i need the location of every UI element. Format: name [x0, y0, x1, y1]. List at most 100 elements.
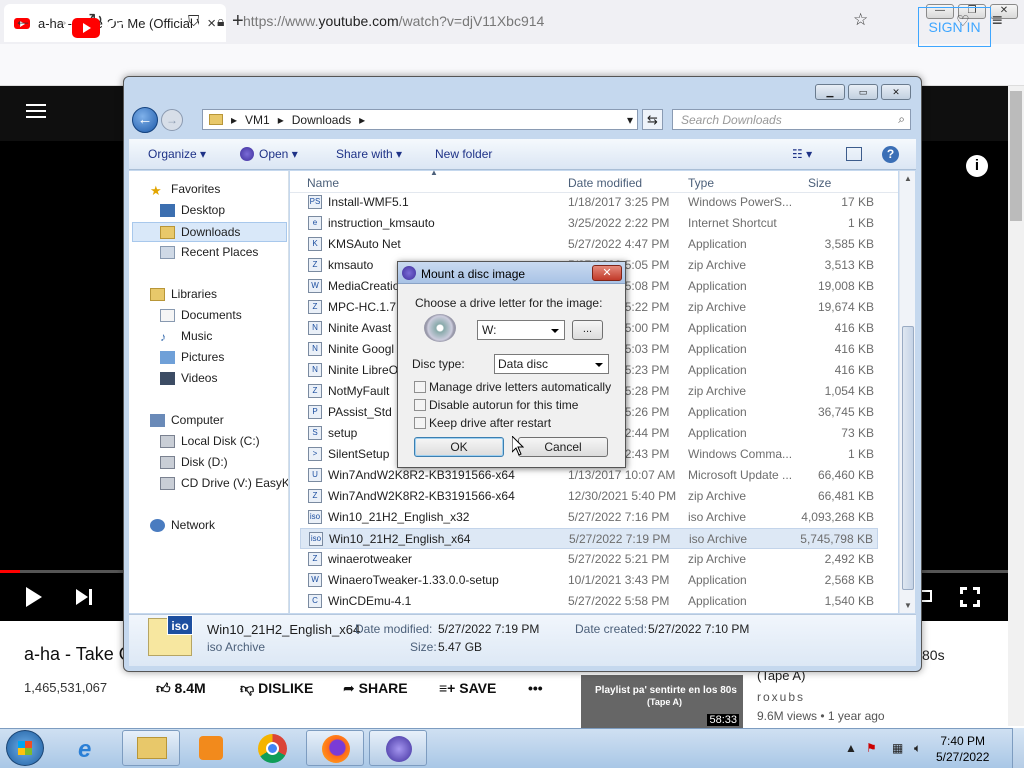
- taskbar-media-player[interactable]: [182, 730, 240, 766]
- nav-desktop[interactable]: Desktop: [160, 203, 225, 217]
- lock-icon[interactable]: 🔒︎: [217, 13, 224, 30]
- nav-pictures[interactable]: Pictures: [160, 350, 224, 364]
- cancel-button[interactable]: Cancel: [518, 437, 608, 457]
- dislike-button[interactable]: 👎︎ DISLIKE: [240, 680, 313, 697]
- forward-arrow-icon[interactable]: →: [52, 10, 70, 31]
- nav-local-disk-c[interactable]: Local Disk (C:): [160, 434, 260, 448]
- nav-favorites[interactable]: ★ Favorites: [150, 182, 220, 198]
- taskbar-chrome[interactable]: [244, 730, 302, 766]
- new-folder-button[interactable]: New folder: [435, 147, 492, 161]
- url-bar[interactable]: https://www.youtube.com/watch?v=djV11Xbc…: [243, 13, 544, 29]
- youtube-logo-icon[interactable]: [72, 18, 100, 38]
- nav-recent-places[interactable]: Recent Places: [160, 245, 258, 259]
- related-video-thumbnail[interactable]: Playlist pa' sentirte en los 80s (Tape A…: [581, 675, 743, 728]
- breadcrumb-vm1[interactable]: VM1: [245, 113, 270, 127]
- save-button[interactable]: ≡+ SAVE: [439, 680, 496, 696]
- page-scrollbar[interactable]: [1008, 86, 1024, 726]
- column-name[interactable]: Name: [307, 176, 339, 190]
- show-desktop-button[interactable]: [1012, 728, 1024, 768]
- more-actions-button[interactable]: •••: [528, 680, 543, 696]
- column-date-modified[interactable]: Date modified: [568, 176, 642, 190]
- explorer-minimize-button[interactable]: ▁: [815, 84, 845, 100]
- taskbar-explorer[interactable]: [122, 730, 180, 766]
- network-tray-icon[interactable]: ▦: [892, 741, 903, 755]
- search-input[interactable]: Search Downloads ⌕: [672, 109, 911, 130]
- new-tab-button[interactable]: +: [232, 10, 244, 33]
- open-button[interactable]: Open ▾: [259, 147, 298, 161]
- info-icon[interactable]: i: [966, 155, 988, 177]
- play-icon[interactable]: [26, 587, 42, 607]
- dialog-close-button[interactable]: ✕: [592, 265, 622, 281]
- browse-button[interactable]: ...: [572, 320, 603, 340]
- preview-pane-icon[interactable]: [846, 147, 862, 161]
- file-row[interactable]: iso Win10_21H2_English_x64 5/27/2022 7:19 …: [300, 528, 878, 549]
- scroll-down-icon[interactable]: ▼: [904, 601, 912, 610]
- file-row[interactable]: Zwinaerotweaker 5/27/2022 5:21 PM zip Arch…: [300, 549, 878, 570]
- file-row[interactable]: U Win7AndW2K8R2-KB3191566-x64 1/13/2017 10…: [300, 465, 878, 486]
- drive-letter-select[interactable]: W:: [477, 320, 565, 340]
- file-row[interactable]: K KMSAuto Net 5/27/2022 4:47 PM Application…: [300, 234, 878, 255]
- related-title-fragment[interactable]: 80s: [922, 647, 945, 663]
- start-button[interactable]: [6, 730, 44, 766]
- disable-autorun-checkbox[interactable]: Disable autorun for this time: [414, 398, 578, 412]
- address-dropdown-icon[interactable]: ▾: [627, 113, 633, 127]
- sign-in-button[interactable]: SIGN IN: [918, 7, 991, 47]
- hamburger-menu-icon[interactable]: [26, 104, 46, 118]
- nav-downloads[interactable]: Downloads: [132, 222, 287, 242]
- address-bar[interactable]: ▸ VM1 ▸ Downloads ▸ ▾: [202, 109, 638, 130]
- file-list-scrollbar[interactable]: ▲ ▼: [899, 171, 915, 613]
- taskbar-firefox[interactable]: [306, 730, 364, 766]
- column-type[interactable]: Type: [688, 176, 714, 190]
- taskbar-wincdemu[interactable]: [369, 730, 427, 766]
- keep-drive-checkbox[interactable]: Keep drive after restart: [414, 416, 551, 430]
- organize-button[interactable]: Organize ▾: [148, 147, 206, 161]
- help-icon[interactable]: ?: [882, 146, 899, 163]
- like-button[interactable]: 👍︎ 8.4M: [156, 680, 206, 697]
- nav-videos[interactable]: Videos: [160, 371, 217, 385]
- explorer-back-button[interactable]: ←: [132, 107, 158, 133]
- nav-libraries[interactable]: Libraries: [150, 287, 217, 301]
- explorer-forward-button[interactable]: →: [161, 109, 183, 131]
- nav-computer[interactable]: Computer: [150, 413, 224, 427]
- file-row[interactable]: iso Win10_21H2_English_x32 5/27/2022 7:16 …: [300, 507, 878, 528]
- page-scrollbar-thumb[interactable]: [1010, 91, 1022, 221]
- nav-disk-d[interactable]: Disk (D:): [160, 455, 228, 469]
- share-button[interactable]: ➦ SHARE: [343, 680, 408, 697]
- file-type: Application: [688, 573, 747, 587]
- file-row[interactable]: Z Win7AndW2K8R2-KB3191566-x64 12/30/2021 5…: [300, 486, 878, 507]
- tray-expand-icon[interactable]: ▲: [845, 741, 857, 755]
- ok-button[interactable]: OK: [414, 437, 504, 457]
- scroll-up-icon[interactable]: ▲: [904, 174, 912, 183]
- file-row[interactable]: PS Install-WMF5.1 1/18/2017 3:25 PM Windows…: [300, 192, 878, 213]
- taskbar-internet-explorer[interactable]: e: [62, 730, 120, 766]
- disc-type-select[interactable]: Data disc: [494, 354, 609, 374]
- breadcrumb-downloads[interactable]: Downloads: [292, 113, 351, 127]
- wincdemu-icon: [402, 266, 416, 280]
- file-list-scrollbar-thumb[interactable]: [902, 326, 914, 590]
- file-row[interactable]: e instruction_kmsauto 3/25/2022 2:22 PM Int…: [300, 213, 878, 234]
- action-center-icon[interactable]: ⚑: [866, 741, 877, 755]
- tab-close-icon[interactable]: ×: [207, 15, 216, 32]
- nav-cd-drive-v[interactable]: CD Drive (V:) EasyKM: [160, 476, 288, 490]
- menu-icon[interactable]: ≡: [992, 10, 1003, 31]
- share-with-button[interactable]: Share with ▾: [336, 147, 402, 161]
- file-row[interactable]: C WinCDEmu-4.1 5/27/2022 5:58 PM Applicatio…: [300, 591, 878, 612]
- shield-icon[interactable]: ⛉: [188, 13, 199, 30]
- explorer-close-button[interactable]: ✕: [881, 84, 911, 100]
- manage-drive-letters-checkbox[interactable]: Manage drive letters automatically: [414, 380, 611, 394]
- file-name: Win10_21H2_English_x64: [329, 532, 471, 546]
- bookmark-star-icon[interactable]: ☆: [853, 10, 868, 30]
- column-size[interactable]: Size: [808, 176, 831, 190]
- taskbar-clock[interactable]: 7:40 PM 5/27/2022: [936, 733, 989, 765]
- file-row[interactable]: W WinaeroTweaker-1.33.0.0-setup 10/1/2021 …: [300, 570, 878, 591]
- volume-icon[interactable]: 🔈︎: [914, 741, 921, 756]
- refresh-icon[interactable]: ⇆: [642, 109, 663, 130]
- related-channel[interactable]: roxubs: [757, 690, 805, 704]
- view-options-icon[interactable]: ☷ ▾: [792, 147, 812, 161]
- explorer-maximize-button[interactable]: ▭: [848, 84, 878, 100]
- nav-music[interactable]: ♪ Music: [160, 329, 212, 344]
- next-icon[interactable]: [76, 589, 92, 605]
- back-arrow-icon[interactable]: ←: [14, 10, 32, 31]
- nav-documents[interactable]: Documents: [160, 308, 242, 322]
- nav-network[interactable]: Network: [150, 518, 215, 532]
